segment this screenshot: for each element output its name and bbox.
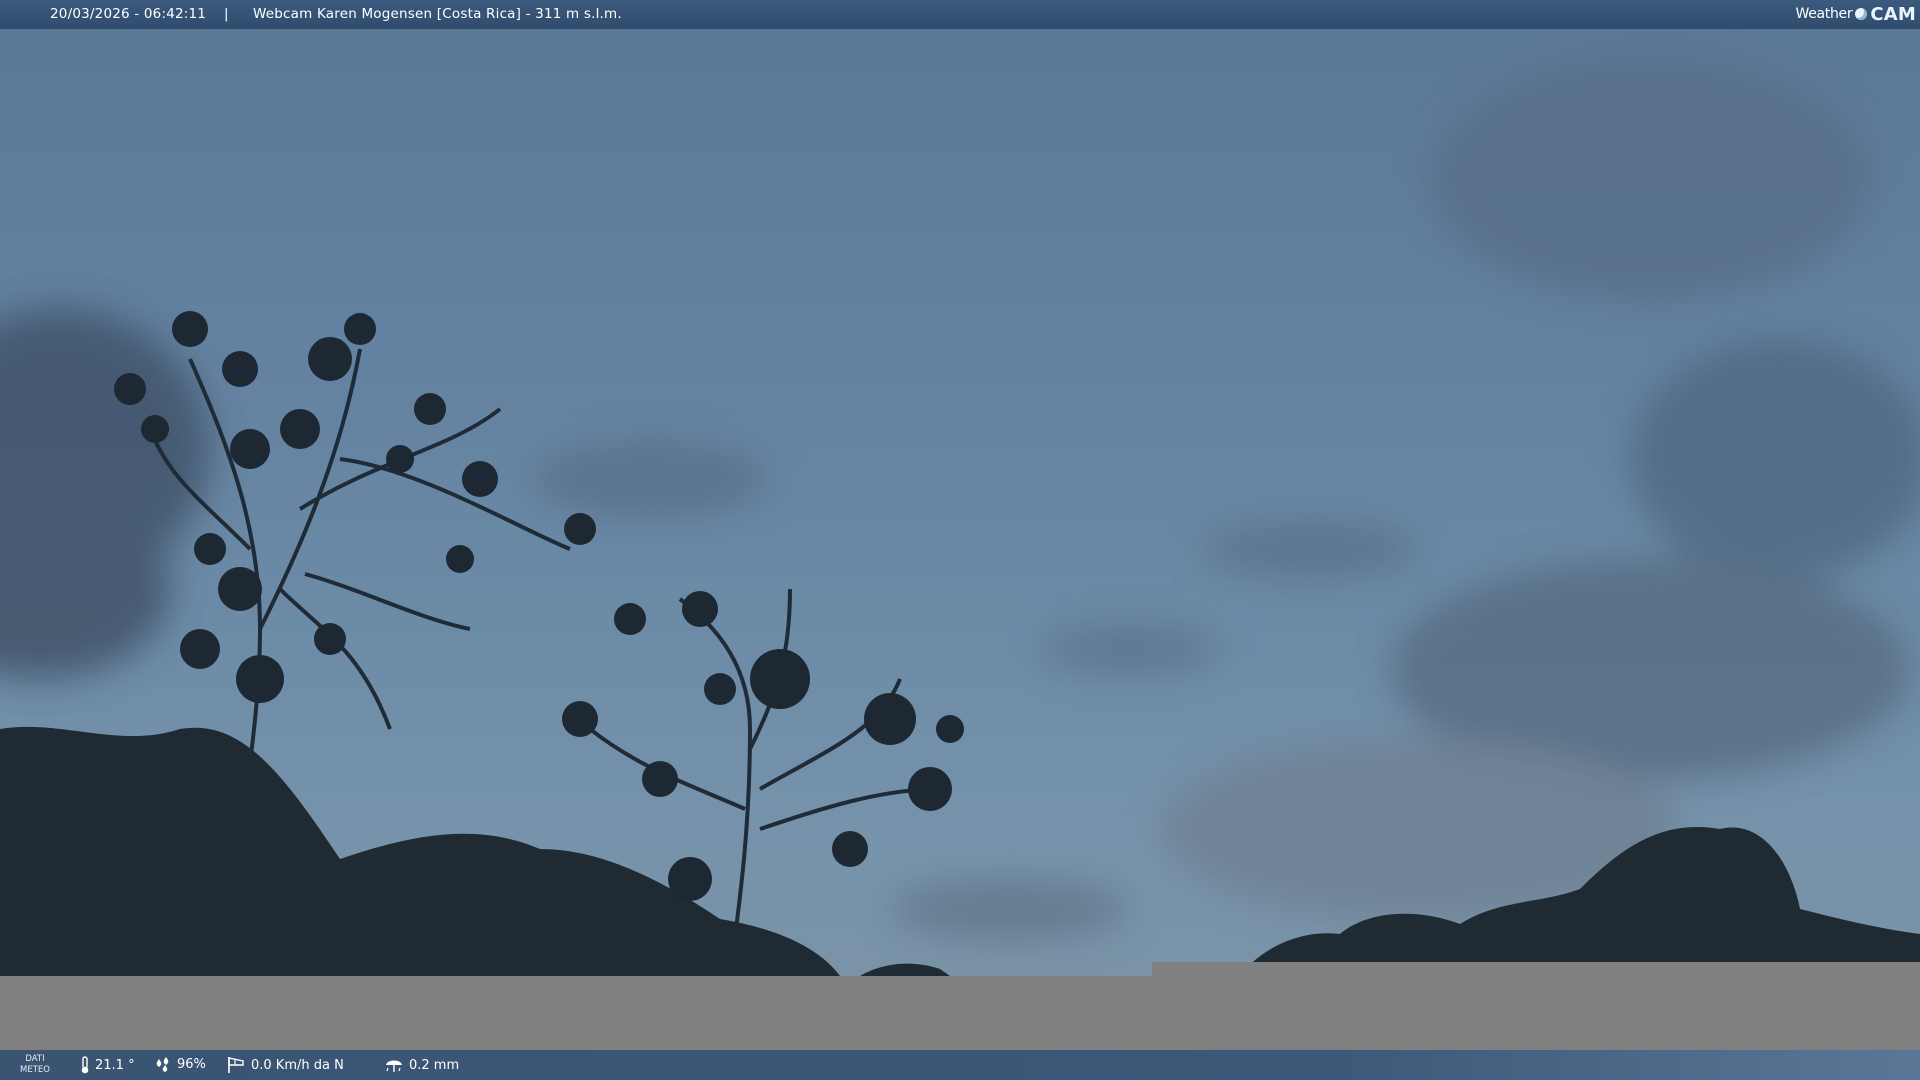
wind-value: 0.0 Km/h da N [251,1057,344,1073]
timestamp: 20/03/2026 - 06:42:11 [50,6,207,22]
humidity-reading: 96% [154,1056,206,1072]
separator: | [224,6,229,22]
humidity-drops-icon [156,1057,169,1072]
logo-weather-text: Weather [1795,6,1853,22]
tree-middle-leaves [562,591,964,901]
wind-windsock-icon [228,1057,244,1073]
weathercam-logo: Weather CAM [1795,2,1916,26]
gray-band [0,976,1920,1050]
rain-umbrella-icon [386,1060,402,1072]
webcam-image [0,29,1920,976]
dati-meteo-label: DATI METEO [20,1054,50,1075]
rain-value: 0.2 mm [409,1057,460,1073]
logo-globe-icon [1855,8,1868,20]
gray-band-notch [1152,962,1920,976]
scene-illustration [0,59,1920,976]
weather-data-bar: DATI METEO 21.1 ° 96% 0.0 Km/h da N 0.2 … [0,1050,1920,1080]
rain-reading: 0.2 mm [384,1056,459,1074]
temperature-reading: 21.1 ° [80,1056,135,1074]
temperature-value: 21.1 ° [95,1057,135,1073]
logo-cam-text: CAM [1870,3,1916,25]
top-info-bar: 20/03/2026 - 06:42:11 | Webcam Karen Mog… [0,0,1920,29]
wind-reading: 0.0 Km/h da N [226,1056,344,1074]
humidity-value: 96% [177,1056,206,1072]
webcam-title: Webcam Karen Mogensen [Costa Rica] - 311… [253,6,622,22]
thermometer-icon [81,1056,89,1074]
